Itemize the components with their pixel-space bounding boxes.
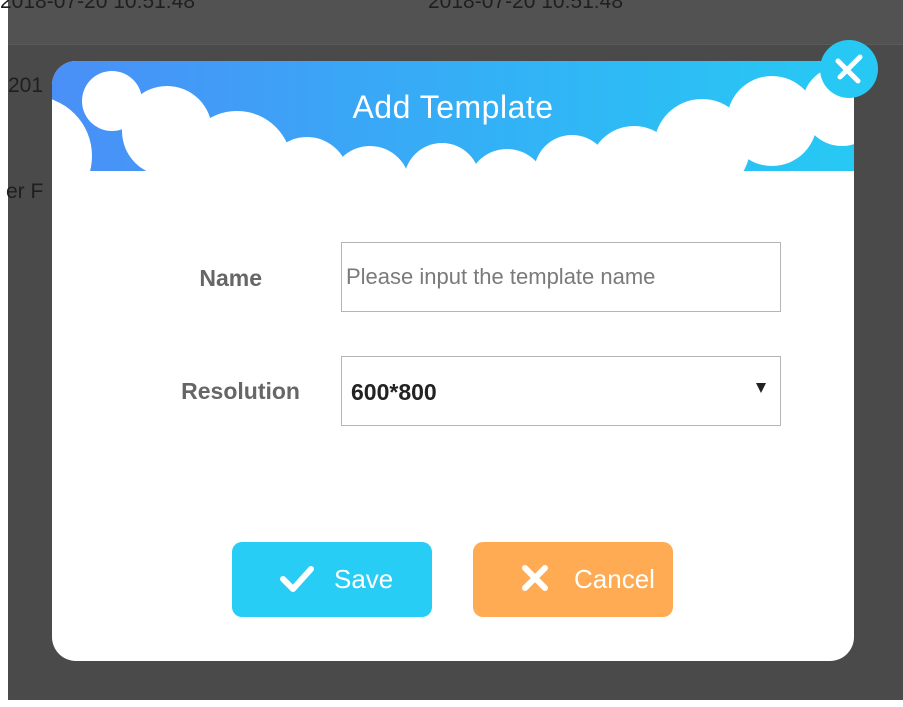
name-label: Name (199, 265, 262, 291)
save-button[interactable]: Save (232, 542, 432, 617)
add-template-dialog: Add Template Name Resolution 600*800 Sav… (52, 61, 854, 661)
dialog-title: Add Template (352, 89, 554, 125)
resolution-selected-value: 600*800 (351, 379, 437, 405)
close-button[interactable] (820, 40, 878, 98)
template-name-input[interactable] (342, 243, 780, 311)
resolution-select[interactable]: 600*800 (341, 356, 781, 426)
background-timestamp: 2018-07-20 10:51:48 (428, 0, 623, 13)
dialog-header: Add Template (52, 61, 854, 181)
background-timestamp: 2018-07-20 10:51:48 (0, 0, 195, 13)
dropdown-arrow-icon (756, 383, 766, 393)
close-icon (835, 54, 863, 84)
cancel-button[interactable]: Cancel (473, 542, 673, 617)
x-icon (521, 564, 549, 592)
background-cell-text: 201 (8, 74, 44, 97)
checkmark-icon (280, 564, 314, 594)
name-field-container (341, 242, 781, 312)
save-button-label: Save (334, 564, 394, 594)
cancel-button-label: Cancel (574, 564, 655, 594)
background-cell-text: er F (6, 180, 44, 203)
resolution-label: Resolution (181, 378, 300, 404)
